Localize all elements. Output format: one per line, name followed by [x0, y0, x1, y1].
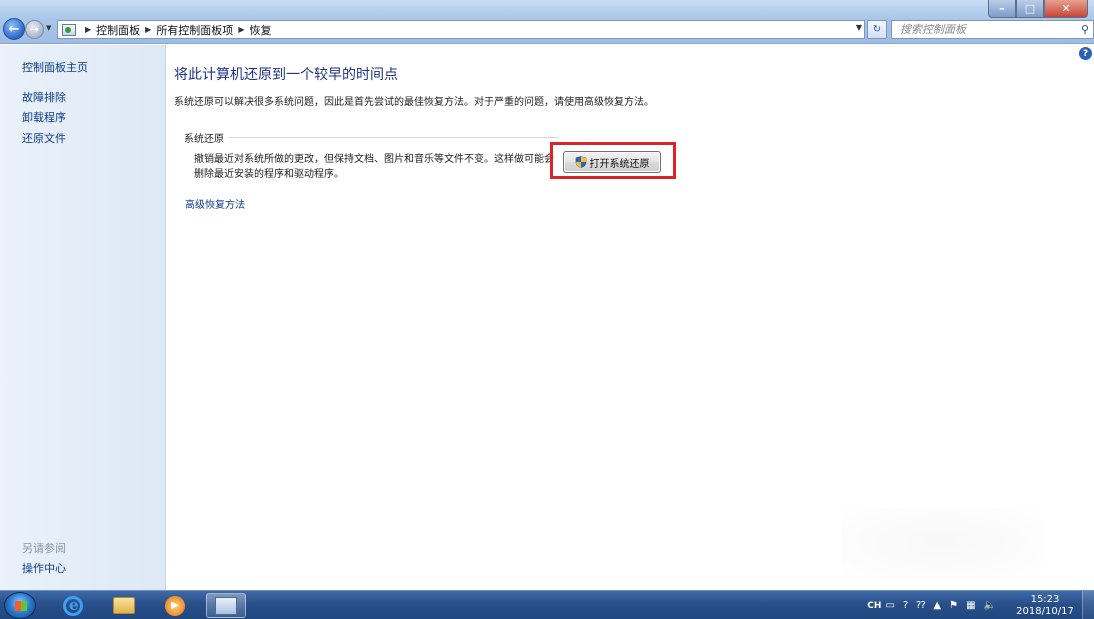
see-also-label: 另请参阅 — [22, 542, 66, 555]
search-input[interactable] — [900, 23, 1070, 36]
taskbar-explorer-button[interactable] — [104, 593, 144, 618]
clock[interactable]: 15:23 2018/10/17 — [1008, 594, 1082, 618]
help-icon[interactable]: ? — [903, 600, 908, 611]
breadcrumb-control-panel[interactable]: 控制面板 — [96, 22, 140, 38]
internet-explorer-icon — [63, 595, 83, 616]
help-icon[interactable]: ? — [1079, 47, 1092, 60]
clock-time: 15:23 — [1030, 593, 1060, 605]
volume-icon[interactable]: 🔈 — [984, 600, 996, 611]
main-content: ? 将此计算机还原到一个较早的时间点 系统还原可以解决很多系统问题，因此是首先尝… — [167, 45, 1094, 590]
control-panel-icon — [215, 596, 237, 615]
media-player-icon: ▶ — [165, 595, 185, 616]
search-icon[interactable]: ⚲ — [1081, 23, 1089, 36]
network-icon[interactable]: ▦ — [966, 600, 975, 611]
open-system-restore-label: 打开系统还原 — [589, 158, 650, 170]
window-controls: – □ ✕ — [988, 0, 1088, 18]
control-panel-icon — [62, 23, 76, 36]
section-title: 系统还原 — [184, 134, 224, 145]
back-arrow-icon: ← — [8, 21, 20, 37]
show-desktop-button[interactable] — [1082, 591, 1094, 619]
watermark-blur — [841, 508, 1041, 578]
taskbar: ▶ CH ▭ ? ⁇ ▲ ⚑ ▦ 🔈 15:23 2018/10/17 — [0, 590, 1094, 619]
forward-arrow-icon: → — [29, 23, 40, 36]
address-dropdown-icon[interactable]: ▼ — [856, 23, 862, 32]
sidebar-item-troubleshooting[interactable]: 故障排除 — [22, 89, 66, 105]
refresh-icon: ↻ — [872, 24, 882, 35]
maximize-button[interactable]: □ — [1016, 0, 1044, 18]
system-tray: CH ▭ ? ⁇ ▲ ⚑ ▦ 🔈 15:23 2018/10/17 — [861, 591, 1094, 619]
close-button[interactable]: ✕ — [1044, 0, 1088, 18]
intro-text: 系统还原可以解决很多系统问题，因此是首先尝试的最佳恢复方法。对于严重的问题，请使… — [174, 97, 654, 108]
action-center-flag-icon[interactable]: ⚑ — [949, 600, 958, 611]
uac-shield-icon — [575, 156, 586, 168]
taskbar-media-player-button[interactable]: ▶ — [155, 593, 195, 618]
input-method-icon[interactable]: ⁇ — [916, 600, 925, 611]
page-title: 将此计算机还原到一个较早的时间点 — [174, 67, 398, 83]
search-box[interactable]: ⚲ — [891, 20, 1094, 39]
back-button[interactable]: ← — [3, 18, 25, 40]
chevron-right-icon[interactable]: ▶ — [145, 25, 151, 34]
taskbar-control-panel-button[interactable] — [206, 593, 246, 618]
keyboard-icon[interactable]: ▭ — [885, 600, 894, 611]
section-divider — [229, 137, 559, 138]
window-titlebar: – □ ✕ ← → ▼ ▶ 控制面板 ▶ 所有控制面板项 ▶ 恢复 ▼ ↻ ⚲ — [0, 0, 1094, 44]
refresh-button[interactable]: ↻ — [867, 20, 887, 39]
sidebar-item-action-center[interactable]: 操作中心 — [22, 560, 66, 576]
folder-icon — [113, 597, 135, 614]
start-button[interactable] — [4, 592, 36, 619]
chevron-right-icon[interactable]: ▶ — [85, 25, 91, 34]
clock-date: 2018/10/17 — [1016, 605, 1074, 617]
minimize-button[interactable]: – — [988, 0, 1016, 18]
sidebar-item-uninstall-program[interactable]: 卸载程序 — [22, 109, 66, 125]
section-description: 撤销最近对系统所做的更改，但保持文档、图片和音乐等文件不变。这样做可能会删除最近… — [194, 154, 554, 180]
address-bar[interactable]: ▶ 控制面板 ▶ 所有控制面板项 ▶ 恢复 ▼ — [57, 20, 865, 39]
taskbar-ie-button[interactable] — [53, 593, 93, 618]
advanced-recovery-link[interactable]: 高级恢复方法 — [185, 196, 245, 211]
breadcrumb-all-items[interactable]: 所有控制面板项 — [156, 22, 233, 38]
open-system-restore-button[interactable]: 打开系统还原 — [563, 151, 661, 173]
recent-pages-dropdown-icon[interactable]: ▼ — [46, 24, 54, 34]
sidebar-item-control-panel-home[interactable]: 控制面板主页 — [22, 59, 88, 75]
sidebar-item-restore-files[interactable]: 还原文件 — [22, 130, 66, 146]
forward-button[interactable]: → — [25, 20, 44, 39]
sidebar: 控制面板主页 故障排除 卸载程序 还原文件 另请参阅 操作中心 — [0, 45, 166, 590]
language-indicator[interactable]: CH — [867, 601, 881, 611]
show-hidden-icons-icon[interactable]: ▲ — [933, 600, 941, 611]
chevron-right-icon[interactable]: ▶ — [238, 25, 244, 34]
breadcrumb-recovery[interactable]: 恢复 — [249, 22, 271, 38]
